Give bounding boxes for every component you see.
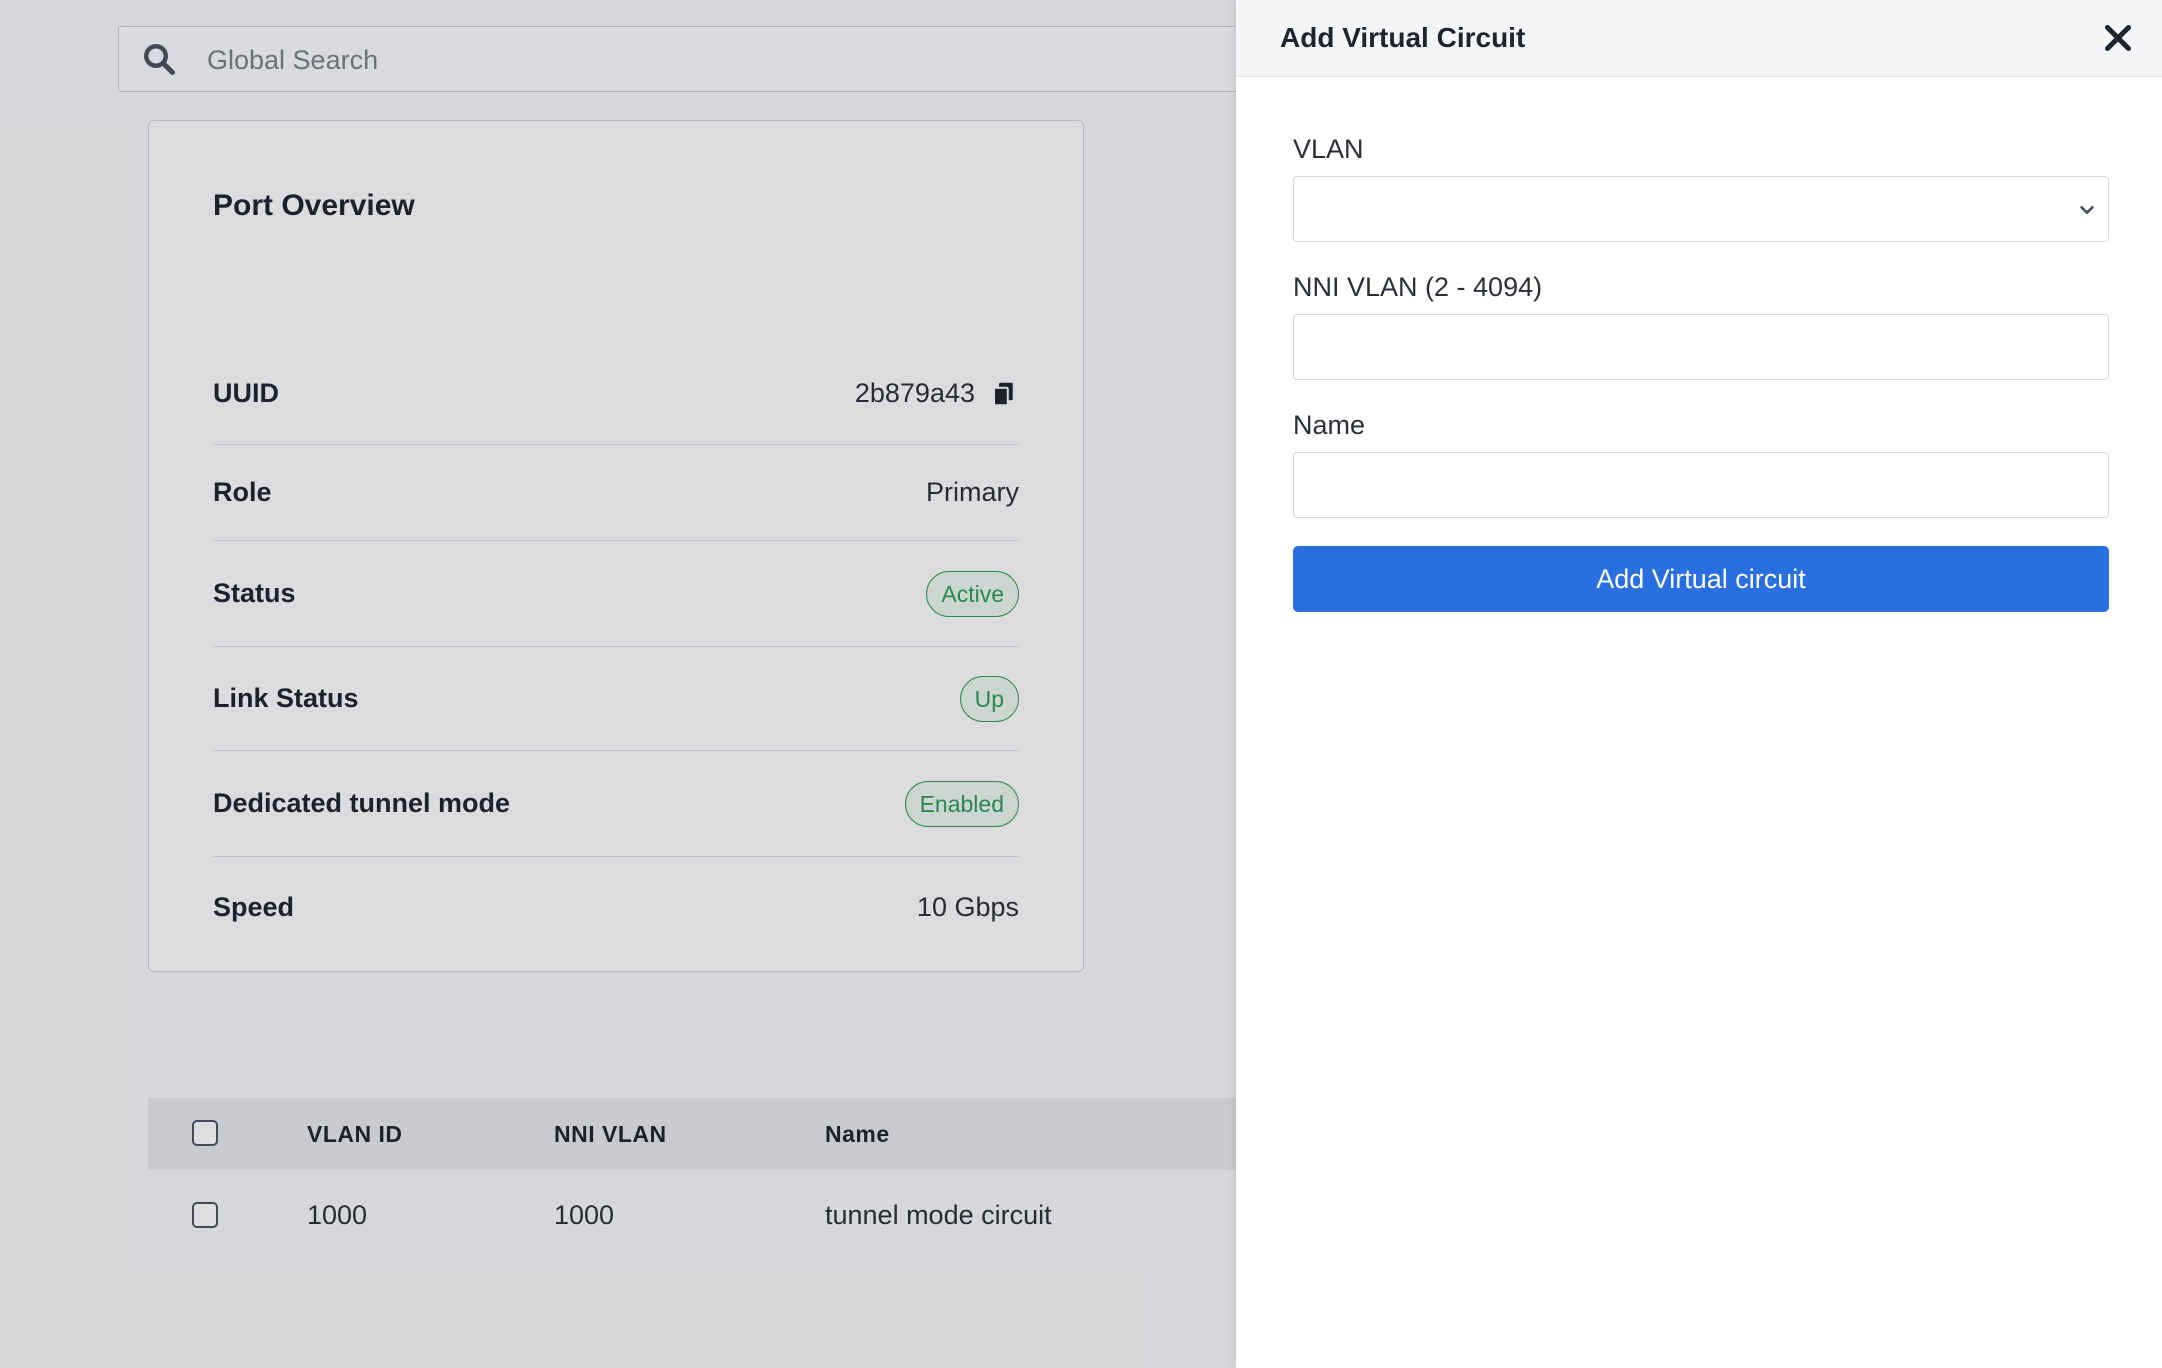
nni-vlan-label: NNI VLAN (2 - 4094) — [1293, 272, 1543, 302]
close-icon[interactable] — [2100, 20, 2136, 56]
panel-title: Add Virtual Circuit — [1280, 22, 1526, 53]
nni-vlan-field[interactable] — [1293, 314, 2109, 380]
nni-vlan-input[interactable] — [1294, 315, 2108, 379]
vlan-label: VLAN — [1293, 134, 1364, 164]
modal-backdrop[interactable] — [0, 0, 1236, 1368]
add-virtual-circuit-button[interactable]: Add Virtual circuit — [1293, 546, 2109, 612]
add-virtual-circuit-panel: Add Virtual Circuit VLAN NNI VLAN (2 - 4… — [1236, 0, 2162, 1368]
name-field[interactable] — [1293, 452, 2109, 518]
vlan-select[interactable] — [1293, 176, 2109, 242]
chevron-down-icon — [2080, 205, 2094, 215]
name-input[interactable] — [1294, 453, 2108, 517]
name-label: Name — [1293, 410, 1366, 440]
panel-header: Add Virtual Circuit — [1236, 0, 2162, 77]
